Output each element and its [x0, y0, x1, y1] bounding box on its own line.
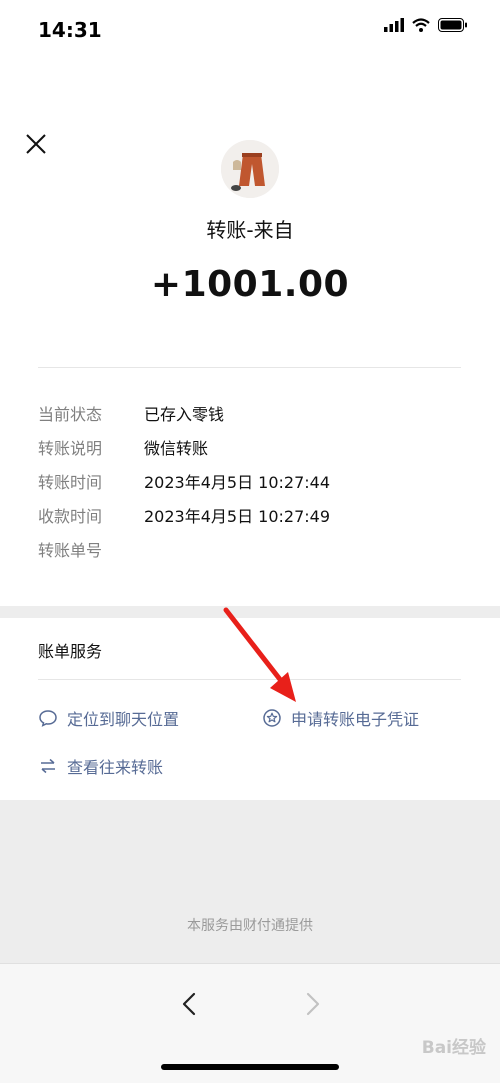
detail-label: 当前状态 [38, 405, 103, 424]
divider [38, 679, 461, 680]
view-history-link[interactable]: 查看往来转账 [38, 754, 163, 778]
watermark: Bai经验 [421, 1038, 486, 1058]
detail-label: 转账时间 [38, 473, 103, 492]
transfer-arrows-icon [41, 758, 55, 774]
detail-label: 转账说明 [38, 439, 103, 458]
bill-services-card: 账单服务 定位到聊天位置 申请转账电子凭证 查看往来转账 [0, 618, 500, 800]
transfer-from-label: 转账-来自 [206, 218, 294, 242]
transfer-detail-card: 转账-来自 +1001.00 当前状态 已存入零钱 转账说明 微信转账 转账时间… [0, 60, 500, 606]
home-indicator [161, 1064, 339, 1070]
transfer-amount: +1001.00 [150, 264, 350, 305]
provider-footer: 本服务由财付通提供 [187, 918, 313, 934]
locate-chat-label: 定位到聊天位置 [67, 710, 180, 729]
cellular-signal-icon [384, 18, 404, 32]
bill-services-title: 账单服务 [38, 642, 103, 661]
star-badge-icon [263, 709, 281, 727]
battery-icon [438, 18, 467, 32]
back-arrow-icon[interactable] [176, 990, 204, 1018]
detail-label: 收款时间 [38, 507, 103, 526]
status-bar: 14:31 [0, 0, 500, 60]
locate-chat-link[interactable]: 定位到聊天位置 [38, 706, 179, 730]
detail-value: 2023年4月5日 10:27:49 [144, 507, 331, 526]
chat-bubble-icon [39, 710, 57, 727]
divider [38, 367, 461, 368]
detail-label: 转账单号 [38, 541, 103, 560]
status-icons [384, 18, 468, 32]
close-icon[interactable] [22, 130, 50, 158]
detail-value: 2023年4月5日 10:27:44 [144, 473, 331, 492]
view-history-label: 查看往来转账 [67, 758, 164, 777]
wifi-icon [412, 18, 430, 32]
sender-avatar [221, 140, 279, 198]
detail-value: 已存入零钱 [144, 405, 225, 424]
status-time: 14:31 [38, 18, 102, 42]
forward-arrow-icon[interactable] [298, 990, 326, 1018]
detail-value: 微信转账 [144, 439, 209, 458]
apply-voucher-link[interactable]: 申请转账电子凭证 [262, 706, 419, 730]
bottom-nav-bar [0, 963, 500, 1083]
apply-voucher-label: 申请转账电子凭证 [291, 710, 420, 729]
